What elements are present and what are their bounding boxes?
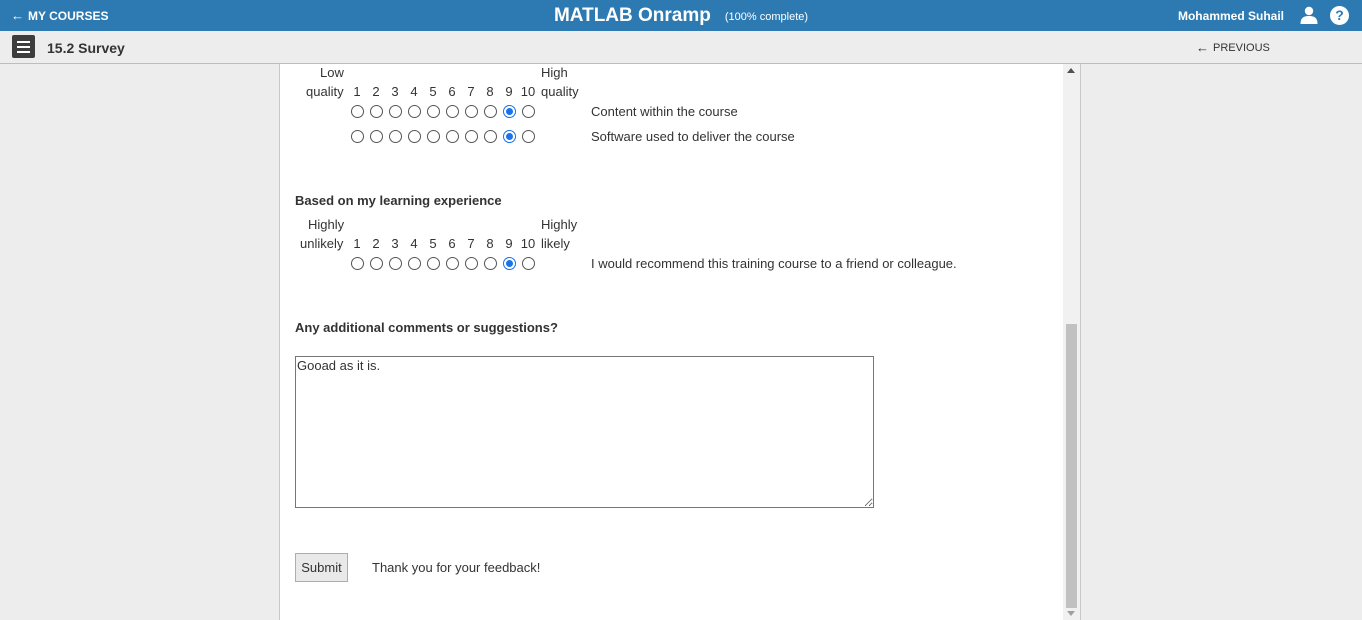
- rating-radio-2[interactable]: [369, 130, 383, 143]
- scale-number: 7: [467, 236, 475, 251]
- scale-low-label: Low: [320, 65, 344, 80]
- rating-radio-1[interactable]: [350, 105, 364, 118]
- scale-number: 9: [505, 84, 513, 99]
- scale-number: 8: [486, 236, 494, 251]
- previous-label: PREVIOUS: [1213, 41, 1270, 54]
- scroll-down-arrow-icon[interactable]: [1067, 611, 1075, 616]
- rating-radio-2[interactable]: [369, 257, 383, 270]
- top-bar: ← MY COURSES MATLAB Onramp (100% complet…: [0, 0, 1362, 31]
- course-title: MATLAB Onramp: [553, 4, 711, 26]
- rating-radio-1[interactable]: [350, 130, 364, 143]
- scale-number: 2: [372, 236, 380, 251]
- comments-field[interactable]: Gooad as it is.: [295, 356, 874, 508]
- user-name[interactable]: Mohammed Suhail: [1178, 0, 1284, 31]
- scale-number: 10: [520, 84, 536, 99]
- scale-high-label: High: [541, 65, 568, 80]
- scale-low-label: quality: [306, 84, 344, 99]
- scale-high-label: quality: [541, 84, 579, 99]
- scale-number: 5: [429, 236, 437, 251]
- rating-row-label: I would recommend this training course t…: [591, 256, 957, 271]
- scale-number: 6: [448, 84, 456, 99]
- scroll-up-arrow-icon[interactable]: [1067, 68, 1075, 73]
- rating-radio-8[interactable]: [483, 105, 497, 118]
- rating-radio-3[interactable]: [388, 130, 402, 143]
- scale-number: 6: [448, 236, 456, 251]
- scale-number: 3: [391, 236, 399, 251]
- rating-radio-9[interactable]: [502, 257, 516, 270]
- scale-number: 3: [391, 84, 399, 99]
- rating-radio-6[interactable]: [445, 257, 459, 270]
- scale-number: 1: [353, 84, 361, 99]
- content-panel: [279, 64, 1081, 620]
- rating-radio-7[interactable]: [464, 257, 478, 270]
- rating-radio-1[interactable]: [350, 257, 364, 270]
- scale-number: 4: [410, 236, 418, 251]
- course-title-area: MATLAB Onramp (100% complete): [0, 0, 1362, 31]
- arrow-left-icon: ←: [1196, 40, 1209, 55]
- rating-radio-9[interactable]: [502, 105, 516, 118]
- scale-number: 5: [429, 84, 437, 99]
- help-icon[interactable]: ?: [1330, 6, 1349, 25]
- rating-radio-5[interactable]: [426, 105, 440, 118]
- rating-radio-4[interactable]: [407, 105, 421, 118]
- rating-radio-5[interactable]: [426, 257, 440, 270]
- scale-high-label: likely: [541, 236, 570, 251]
- recommend-heading: Based on my learning experience: [295, 193, 502, 208]
- rating-radio-4[interactable]: [407, 130, 421, 143]
- scale-number: 4: [410, 84, 418, 99]
- rating-radio-5[interactable]: [426, 130, 440, 143]
- rating-radio-3[interactable]: [388, 257, 402, 270]
- rating-radio-3[interactable]: [388, 105, 402, 118]
- previous-button[interactable]: ← PREVIOUS: [1196, 31, 1270, 64]
- rating-radio-10[interactable]: [521, 257, 535, 270]
- scale-low-label: Highly: [308, 217, 345, 232]
- rating-radio-2[interactable]: [369, 105, 383, 118]
- scale-number: 1: [353, 236, 361, 251]
- user-icon[interactable]: [1300, 6, 1318, 24]
- rating-radio-6[interactable]: [445, 105, 459, 118]
- scale-number: 9: [505, 236, 513, 251]
- rating-radio-6[interactable]: [445, 130, 459, 143]
- submit-button[interactable]: Submit: [295, 553, 348, 582]
- rating-row-label: Content within the course: [591, 104, 738, 119]
- menu-icon[interactable]: [12, 35, 35, 58]
- rating-radio-8[interactable]: [483, 257, 497, 270]
- scale-number: 7: [467, 84, 475, 99]
- rating-row-label: Software used to deliver the course: [591, 129, 795, 144]
- scale-high-label: Highly: [541, 217, 578, 232]
- rating-radio-7[interactable]: [464, 105, 478, 118]
- rating-radio-4[interactable]: [407, 257, 421, 270]
- rating-radio-7[interactable]: [464, 130, 478, 143]
- rating-radio-8[interactable]: [483, 130, 497, 143]
- vertical-scrollbar[interactable]: [1063, 64, 1080, 620]
- thanks-message: Thank you for your feedback!: [372, 560, 541, 575]
- course-progress: (100% complete): [724, 11, 809, 23]
- rating-radio-10[interactable]: [521, 105, 535, 118]
- scale-number: 8: [486, 84, 494, 99]
- comments-heading: Any additional comments or suggestions?: [295, 320, 558, 335]
- section-bar: 15.2 Survey ← PREVIOUS: [0, 31, 1362, 64]
- scale-low-label: unlikely: [300, 236, 344, 251]
- scale-number: 10: [520, 236, 536, 251]
- scale-number: 2: [372, 84, 380, 99]
- scroll-thumb[interactable]: [1066, 324, 1077, 608]
- rating-radio-10[interactable]: [521, 130, 535, 143]
- section-title: 15.2 Survey: [47, 39, 125, 56]
- rating-radio-9[interactable]: [502, 130, 516, 143]
